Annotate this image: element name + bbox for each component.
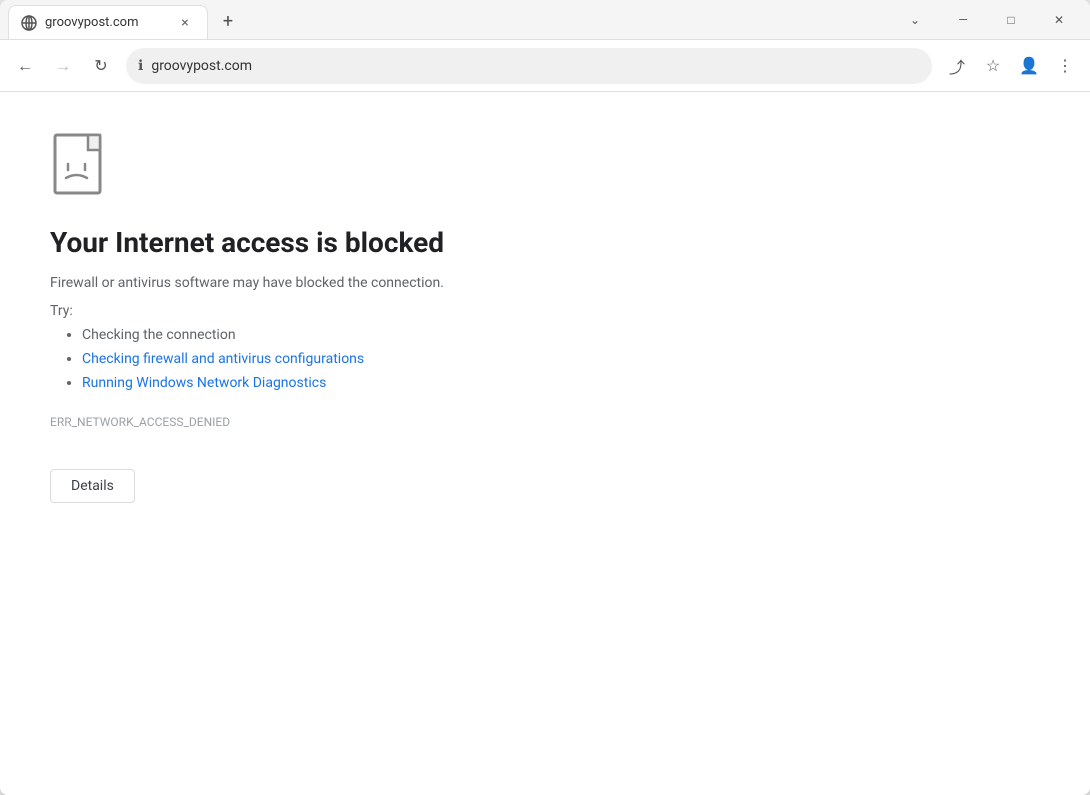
url-bar[interactable]: ℹ groovypost.com bbox=[126, 48, 932, 84]
browser-window: groovypost.com × + ⌄ — □ ✕ ← → ↻ ℹ groov… bbox=[0, 0, 1090, 795]
error-subtitle: Firewall or antivirus software may have … bbox=[50, 275, 1040, 291]
back-button[interactable]: ← bbox=[8, 49, 42, 83]
tab-close-button[interactable]: × bbox=[175, 13, 195, 33]
minimize-button[interactable]: — bbox=[940, 4, 986, 36]
refresh-button[interactable]: ↻ bbox=[84, 49, 118, 83]
error-icon bbox=[50, 132, 120, 202]
suggestion-link-2[interactable]: Checking firewall and antivirus configur… bbox=[82, 351, 364, 367]
suggestions-list: Checking the connection Checking firewal… bbox=[50, 327, 1040, 391]
details-button[interactable]: Details bbox=[50, 469, 135, 503]
active-tab[interactable]: groovypost.com × bbox=[8, 5, 208, 39]
window-controls: ⌄ — □ ✕ bbox=[892, 4, 1090, 36]
suggestion-text-1: Checking the connection bbox=[82, 327, 236, 343]
menu-button[interactable]: ⋮ bbox=[1048, 49, 1082, 83]
page-content: Your Internet access is blocked Firewall… bbox=[0, 92, 1090, 795]
list-item: Checking the connection bbox=[82, 327, 1040, 343]
error-title: Your Internet access is blocked bbox=[50, 226, 1040, 259]
list-item: Checking firewall and antivirus configur… bbox=[82, 351, 1040, 367]
error-code: ERR_NETWORK_ACCESS_DENIED bbox=[50, 415, 1040, 429]
try-label: Try: bbox=[50, 303, 1040, 319]
toolbar-icons: ⤴ ☆ 👤 ⋮ bbox=[940, 49, 1082, 83]
suggestion-link-3[interactable]: Running Windows Network Diagnostics bbox=[82, 375, 326, 391]
vertical-dots-button[interactable]: ⌄ bbox=[892, 4, 938, 36]
tab-favicon bbox=[21, 15, 37, 31]
tabs-area: groovypost.com × + bbox=[0, 0, 892, 39]
profile-button[interactable]: 👤 bbox=[1012, 49, 1046, 83]
title-bar: groovypost.com × + ⌄ — □ ✕ bbox=[0, 0, 1090, 40]
maximize-button[interactable]: □ bbox=[988, 4, 1034, 36]
forward-button[interactable]: → bbox=[46, 49, 80, 83]
security-info-icon[interactable]: ℹ bbox=[138, 58, 143, 74]
close-button[interactable]: ✕ bbox=[1036, 4, 1082, 36]
url-text: groovypost.com bbox=[151, 58, 920, 74]
tab-title: groovypost.com bbox=[45, 15, 167, 30]
share-button[interactable]: ⤴ bbox=[940, 49, 974, 83]
bookmark-button[interactable]: ☆ bbox=[976, 49, 1010, 83]
address-bar: ← → ↻ ℹ groovypost.com ⤴ ☆ 👤 ⋮ bbox=[0, 40, 1090, 92]
list-item: Running Windows Network Diagnostics bbox=[82, 375, 1040, 391]
new-tab-button[interactable]: + bbox=[212, 5, 244, 37]
